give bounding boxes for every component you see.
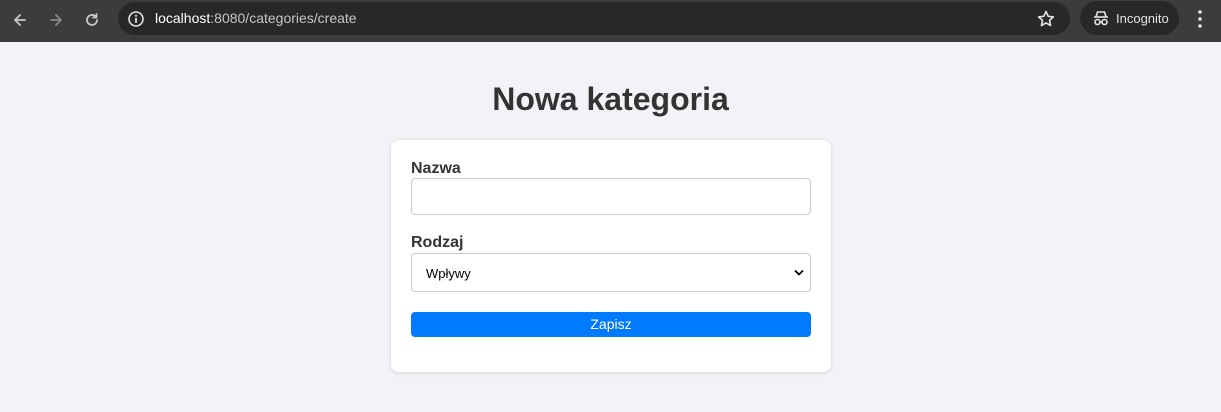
more-vert-icon[interactable] bbox=[1190, 8, 1210, 30]
page-title: Nowa kategoria bbox=[492, 81, 729, 117]
category-form: Nazwa Rodzaj Wpływy Zapisz bbox=[391, 140, 831, 372]
back-button[interactable] bbox=[5, 5, 35, 35]
chevron-down-icon bbox=[794, 270, 804, 276]
name-input[interactable] bbox=[411, 178, 811, 215]
reload-button[interactable] bbox=[77, 5, 107, 35]
name-label: Nazwa bbox=[411, 160, 461, 177]
url-path: :8080/categories/create bbox=[210, 10, 357, 26]
save-button[interactable]: Zapisz bbox=[411, 312, 811, 337]
type-select-value: Wpływy bbox=[426, 266, 471, 281]
page-content: Nowa kategoria Nazwa Rodzaj Wpływy Zapis… bbox=[0, 42, 1221, 412]
incognito-label: Incognito bbox=[1116, 11, 1169, 26]
address-bar[interactable]: localhost:8080/categories/create bbox=[118, 2, 1070, 35]
site-info-button[interactable] bbox=[127, 10, 145, 28]
incognito-icon bbox=[1094, 11, 1108, 26]
url-host: localhost bbox=[155, 10, 211, 26]
info-icon bbox=[128, 11, 144, 27]
back-arrow-icon bbox=[14, 14, 26, 26]
star-icon[interactable] bbox=[1036, 9, 1056, 29]
type-label: Rodzaj bbox=[411, 234, 464, 251]
forward-button[interactable] bbox=[41, 5, 71, 35]
reload-icon bbox=[86, 13, 98, 26]
url-text: localhost:8080/categories/create bbox=[155, 10, 357, 26]
incognito-badge[interactable]: Incognito bbox=[1080, 1, 1179, 35]
browser-toolbar: localhost:8080/categories/create Incogni… bbox=[0, 0, 1221, 42]
forward-arrow-icon bbox=[50, 14, 62, 26]
type-select[interactable]: Wpływy bbox=[411, 253, 811, 292]
